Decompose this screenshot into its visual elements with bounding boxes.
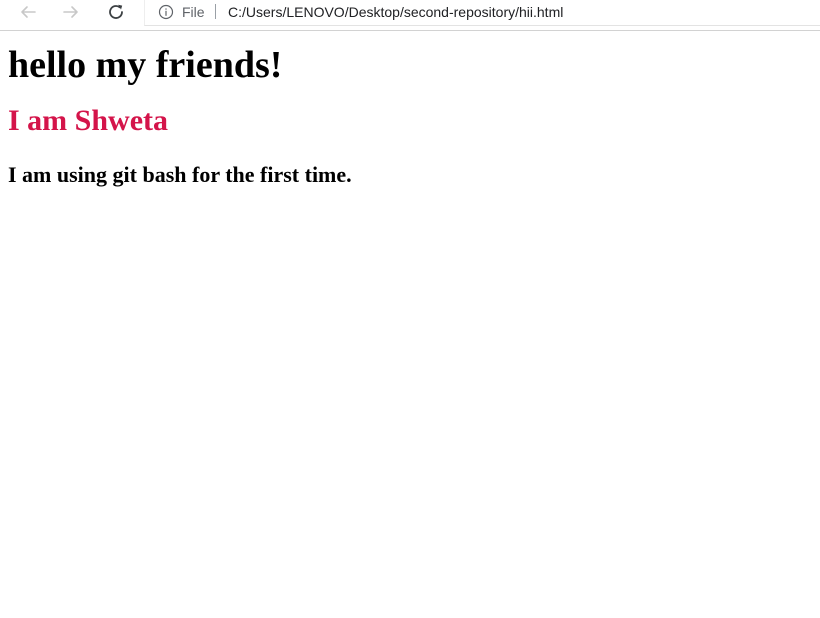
- page-subheading: I am Shweta: [8, 104, 169, 137]
- arrow-left-icon: [21, 6, 36, 18]
- reload-icon: [109, 4, 123, 19]
- page-text: I am using git bash for the first time.: [8, 162, 352, 187]
- arrow-right-icon: [63, 6, 78, 18]
- browser-toolbar: File C:/Users/LENOVO/Desktop/second-repo…: [0, 0, 820, 31]
- page-heading: hello my friends!: [8, 44, 283, 86]
- url-text[interactable]: C:/Users/LENOVO/Desktop/second-repositor…: [228, 4, 563, 20]
- forward-button[interactable]: [53, 0, 89, 24]
- info-circle-icon[interactable]: [158, 4, 174, 20]
- back-button[interactable]: [10, 0, 46, 24]
- scheme-label: File: [182, 4, 205, 20]
- address-bar[interactable]: File C:/Users/LENOVO/Desktop/second-repo…: [144, 0, 820, 26]
- scheme-separator: [215, 4, 216, 19]
- reload-button[interactable]: [98, 0, 134, 24]
- page-content: hello my friends! I am Shweta I am using…: [0, 43, 820, 188]
